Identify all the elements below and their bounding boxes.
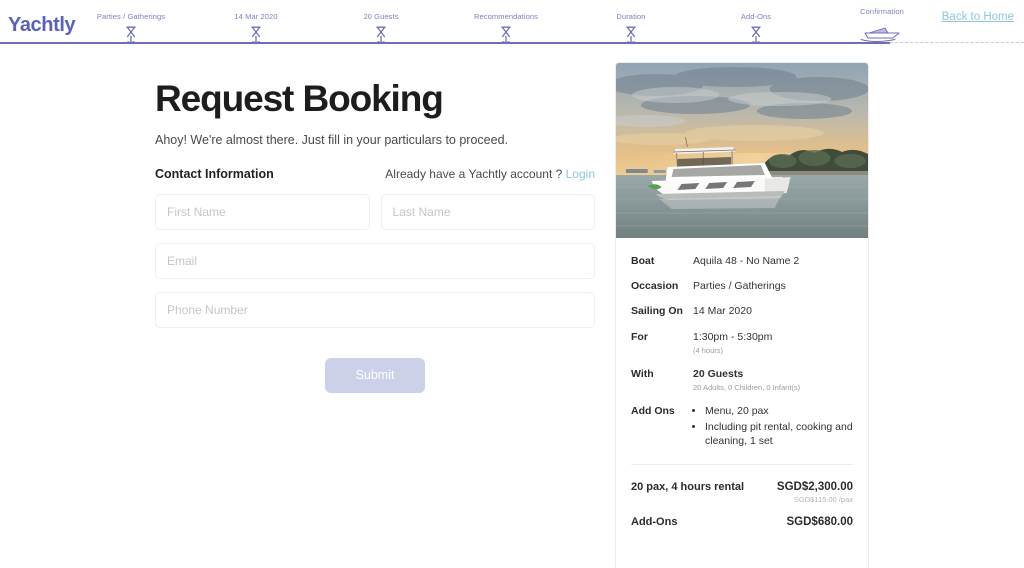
list-item: Menu, 20 pax — [705, 404, 853, 418]
account-prompt-text: Already have a Yachtly account ? — [385, 166, 563, 181]
booking-summary-card: Boat Aquila 48 - No Name 2 Occasion Part… — [615, 62, 869, 568]
submit-button[interactable]: Submit — [325, 357, 425, 393]
page-title: Request Booking — [155, 78, 444, 119]
hourglass-icon[interactable] — [124, 26, 138, 43]
summary-row-boat: Boat Aquila 48 - No Name 2 — [631, 254, 853, 268]
for-value: 1:30pm - 5:30pm — [693, 330, 773, 343]
account-prompt: Already have a Yachtly account ? Login — [385, 167, 595, 181]
summary-row-for: For 1:30pm - 5:30pm (4 hours) — [631, 330, 853, 356]
hourglass-icon[interactable] — [249, 26, 263, 43]
email-field-row — [155, 242, 595, 279]
add-ons-price-label: Add-Ons — [631, 515, 678, 528]
app-header: Yachtly Parties / Gatherings 14 Mar 2020… — [0, 0, 1024, 50]
for-duration-note: (4 hours) — [693, 345, 724, 355]
summary-row-occasion: Occasion Parties / Gatherings — [631, 279, 853, 293]
add-ons-value-group: Menu, 20 pax Including pit rental, cooki… — [693, 404, 853, 449]
phone-number-input[interactable] — [155, 291, 595, 328]
email-input[interactable] — [155, 242, 595, 279]
phone-field-row — [155, 291, 595, 328]
boat-value: Aquila 48 - No Name 2 — [693, 255, 800, 267]
hourglass-icon[interactable] — [374, 26, 388, 43]
boat-icon — [855, 24, 909, 44]
with-label: With — [631, 367, 654, 380]
step-label-add-ons[interactable]: Add-Ons — [741, 12, 771, 21]
occasion-value: Parties / Gatherings — [693, 280, 786, 293]
summary-row-sailing-on: Sailing On 14 Mar 2020 — [631, 304, 853, 318]
add-ons-list: Menu, 20 pax Including pit rental, cooki… — [693, 404, 853, 448]
summary-row-add-ons: Add Ons Menu, 20 pax Including pit renta… — [631, 404, 853, 449]
summary-divider — [631, 463, 853, 465]
sailing-on-value: 14 Mar 2020 — [693, 305, 752, 318]
step-label-date[interactable]: 14 Mar 2020 — [234, 12, 277, 21]
yacht-photo — [616, 63, 868, 238]
boat-label: Boat — [631, 255, 655, 267]
first-name-input[interactable] — [155, 193, 370, 230]
rental-label: 20 pax, 4 hours rental — [631, 480, 745, 493]
rental-amount: SGD$2,300.00 — [776, 480, 853, 493]
contact-information-label: Contact Information — [155, 166, 274, 181]
step-label-parties-gatherings[interactable]: Parties / Gatherings — [97, 12, 165, 21]
summary-row-with: With 20 Guests 20 Adults, 0 Children, 0 … — [631, 367, 853, 393]
occasion-label: Occasion — [631, 280, 679, 293]
hourglass-icon[interactable] — [499, 26, 513, 43]
add-ons-price-amount: SGD$680.00 — [786, 515, 854, 528]
list-item: Including pit rental, cooking and cleani… — [705, 420, 853, 449]
step-label-duration[interactable]: Duration — [616, 12, 645, 21]
page-body: Request Booking Ahoy! We're almost there… — [0, 50, 1024, 568]
price-row-add-ons: Add-Ons SGD$680.00 — [631, 516, 853, 528]
back-to-home-link[interactable]: Back to Home — [942, 11, 1014, 23]
step-label-guests[interactable]: 20 Guests — [363, 12, 398, 21]
contact-header-row: Contact Information Already have a Yacht… — [155, 167, 595, 181]
for-label: For — [631, 330, 648, 343]
add-ons-label: Add Ons — [631, 405, 675, 418]
step-label-confirmation: Confirmation — [860, 7, 904, 16]
submit-row: Submit — [155, 357, 595, 393]
rental-unit-price: SGD$115.00 /pax — [793, 494, 853, 504]
step-label-recommendations[interactable]: Recommendations — [474, 12, 538, 21]
progress-track-remaining — [890, 42, 1024, 43]
page-subtitle: Ahoy! We're almost there. Just fill in y… — [155, 132, 509, 147]
brand-logo[interactable]: Yachtly — [8, 14, 76, 37]
guest-breakdown-note: 20 Adults, 0 Children, 0 Infant(s) — [693, 382, 801, 392]
sailing-on-label: Sailing On — [631, 305, 683, 318]
guest-count-value: 20 Guests — [693, 367, 744, 380]
login-link[interactable]: Login — [566, 167, 595, 181]
booking-form: Request Booking Ahoy! We're almost there… — [155, 78, 595, 393]
name-field-row — [155, 193, 595, 230]
summary-details: Boat Aquila 48 - No Name 2 Occasion Part… — [616, 238, 868, 540]
hourglass-icon[interactable] — [749, 26, 763, 43]
brand-name: Yachtly — [8, 14, 76, 36]
last-name-input[interactable] — [380, 193, 595, 230]
hourglass-icon[interactable] — [624, 26, 638, 43]
with-value-group: 20 Guests 20 Adults, 0 Children, 0 Infan… — [693, 367, 853, 393]
for-value-group: 1:30pm - 5:30pm (4 hours) — [693, 330, 853, 356]
price-row-rental: 20 pax, 4 hours rental SGD$2,300.00 — [631, 481, 853, 493]
